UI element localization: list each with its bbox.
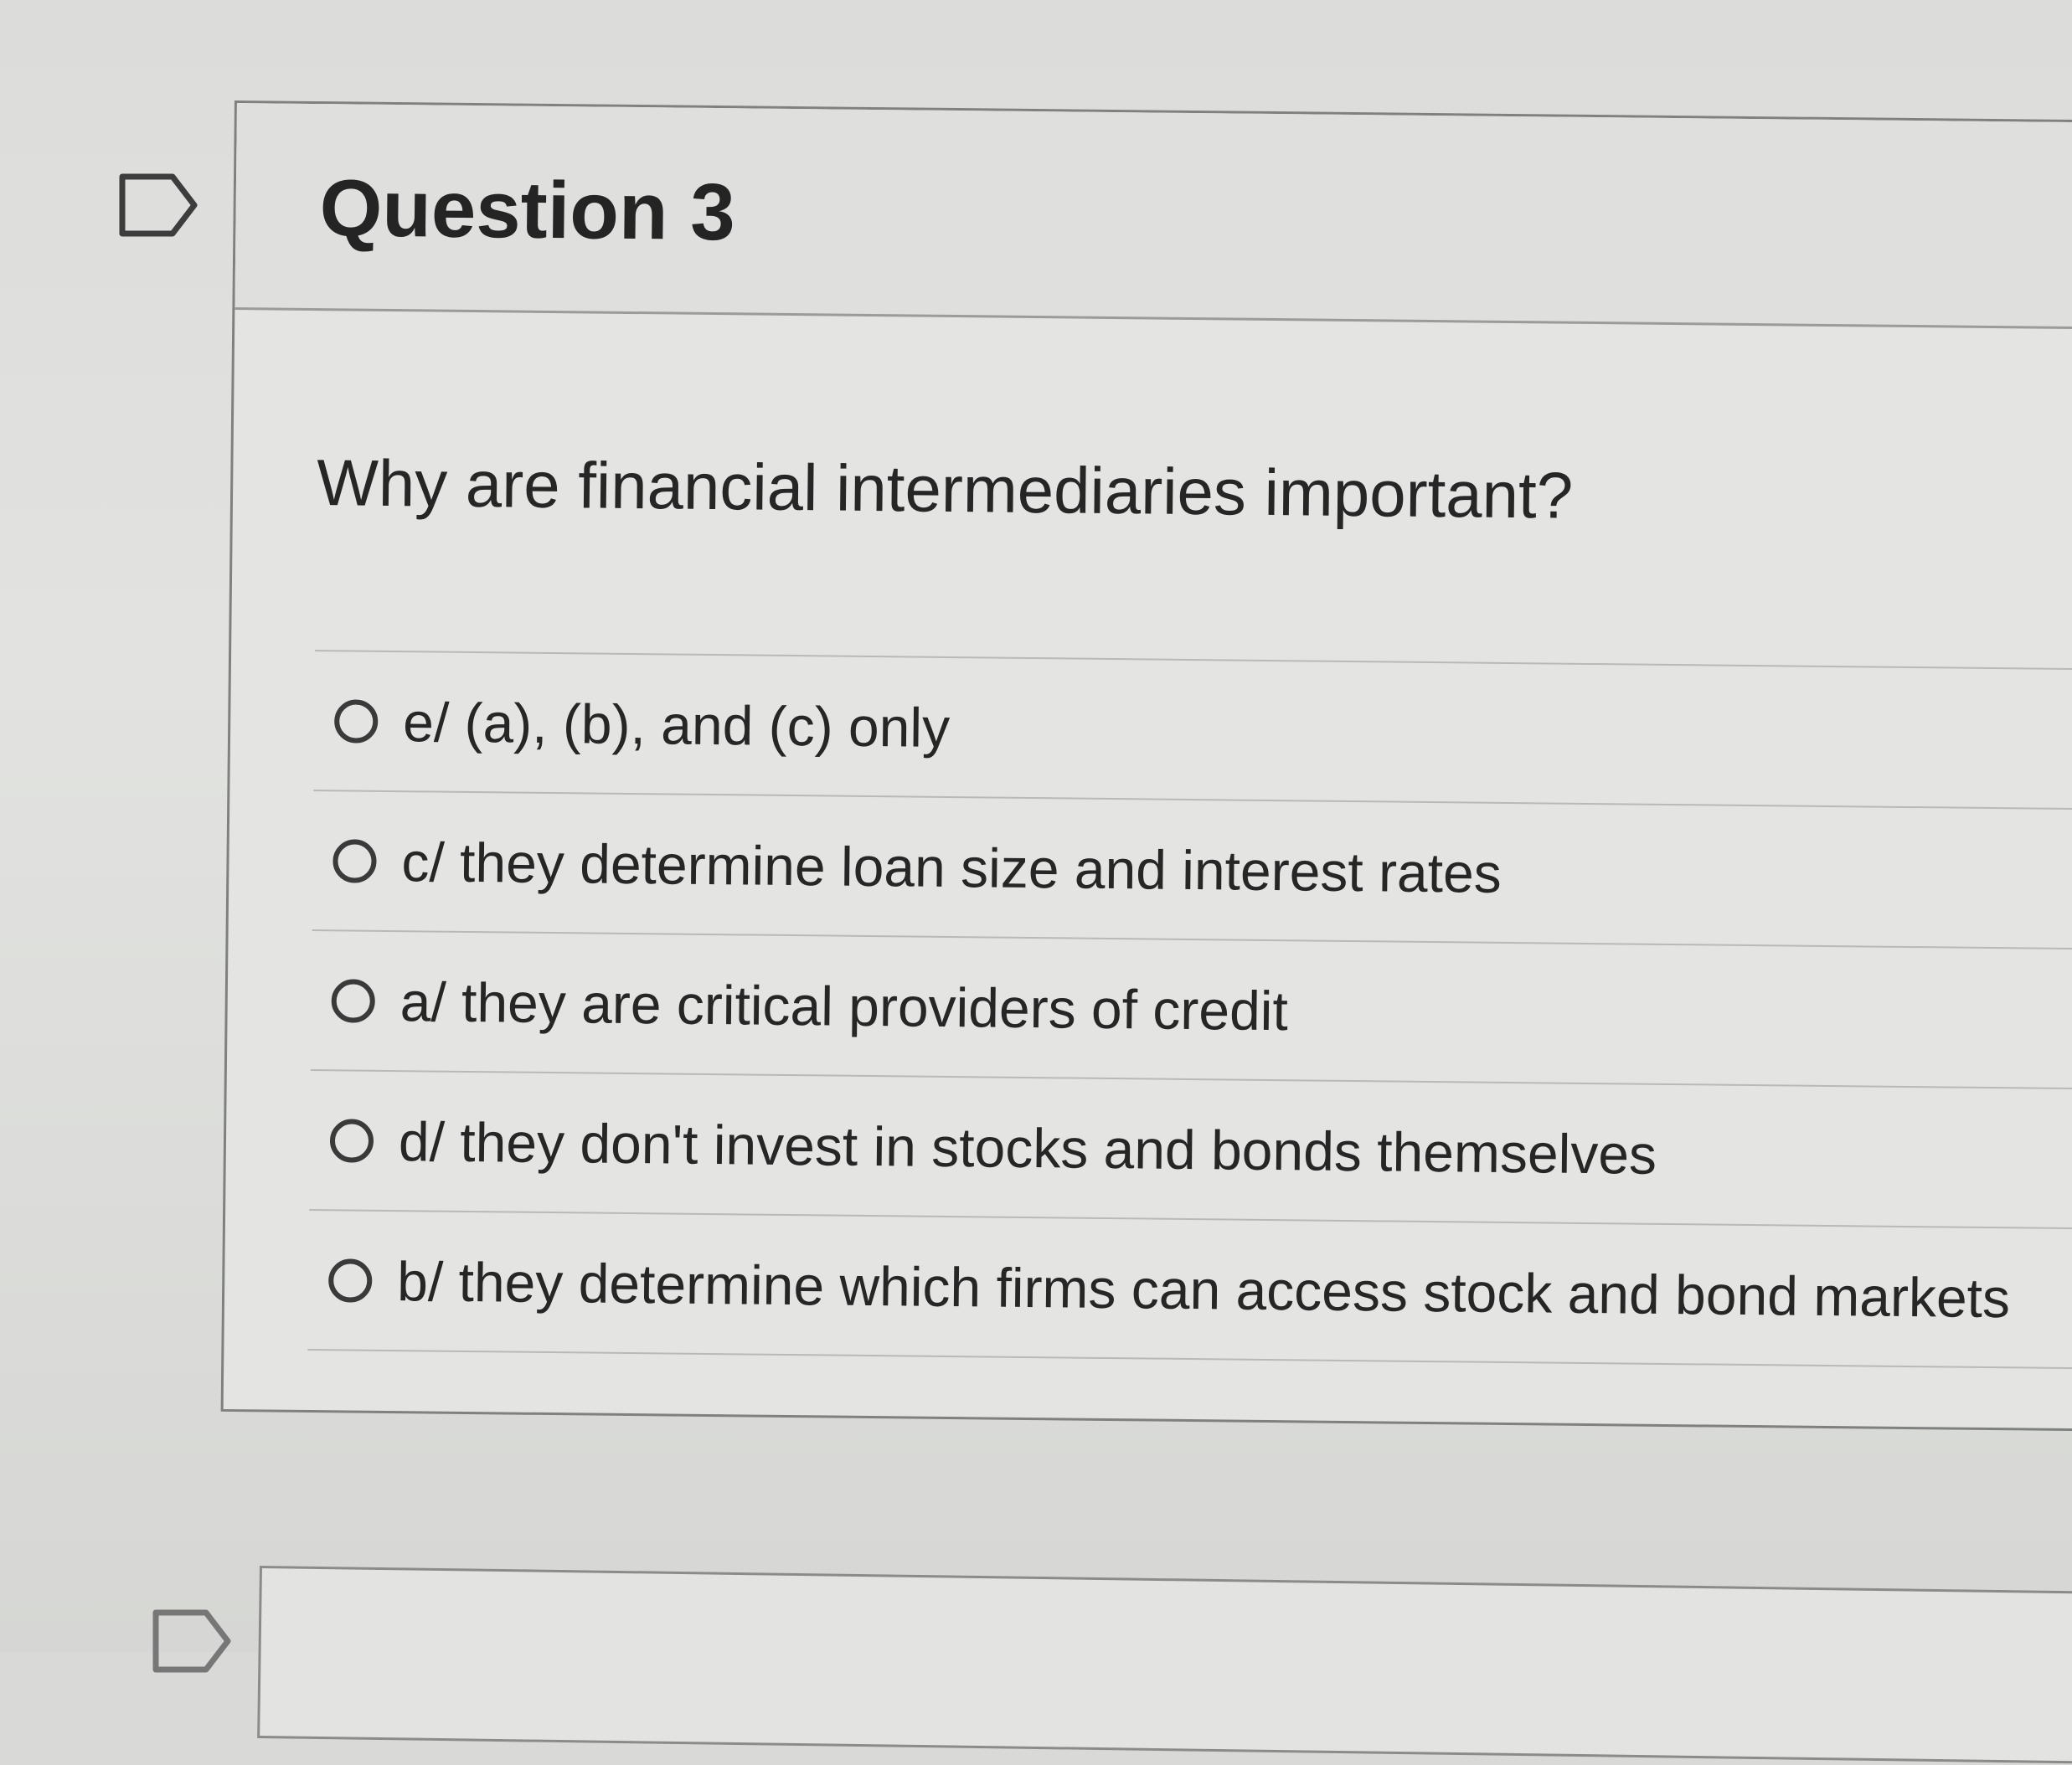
answer-label: e/ (a), (b), and (c) only	[402, 690, 951, 759]
radio-button-icon[interactable]	[327, 1258, 373, 1303]
next-question-card	[257, 1566, 2072, 1765]
answer-label: a/ they are critical providers of credit	[399, 970, 1289, 1042]
answer-list: e/ (a), (b), and (c) only c/ they determ…	[307, 650, 2072, 1370]
question-prompt: Why are financial intermediaries importa…	[316, 445, 1574, 533]
radio-button-icon[interactable]	[329, 1118, 374, 1163]
question-card: Question 3 Why are financial intermediar…	[220, 100, 2072, 1432]
answer-option-c[interactable]: c/ they determine loan size and interest…	[312, 791, 2072, 950]
radio-button-icon[interactable]	[333, 698, 379, 744]
answer-option-b[interactable]: b/ they determine which firms can access…	[307, 1211, 2072, 1370]
answer-label: c/ they determine loan size and interest…	[401, 830, 1502, 904]
flag-icon[interactable]	[151, 1608, 235, 1675]
answer-label: d/ they don't invest in stocks and bonds…	[398, 1109, 1657, 1186]
question-header: Question 3	[235, 103, 2072, 330]
answer-option-e[interactable]: e/ (a), (b), and (c) only	[313, 650, 2072, 810]
answer-option-a[interactable]: a/ they are critical providers of credit	[310, 931, 2072, 1090]
radio-button-icon[interactable]	[331, 978, 376, 1023]
question-title: Question 3	[319, 163, 736, 258]
answer-option-d[interactable]: d/ they don't invest in stocks and bonds…	[309, 1071, 2072, 1230]
radio-button-icon[interactable]	[332, 838, 377, 883]
flag-icon[interactable]	[117, 172, 201, 239]
answer-label: b/ they determine which firms can access…	[396, 1249, 2011, 1329]
